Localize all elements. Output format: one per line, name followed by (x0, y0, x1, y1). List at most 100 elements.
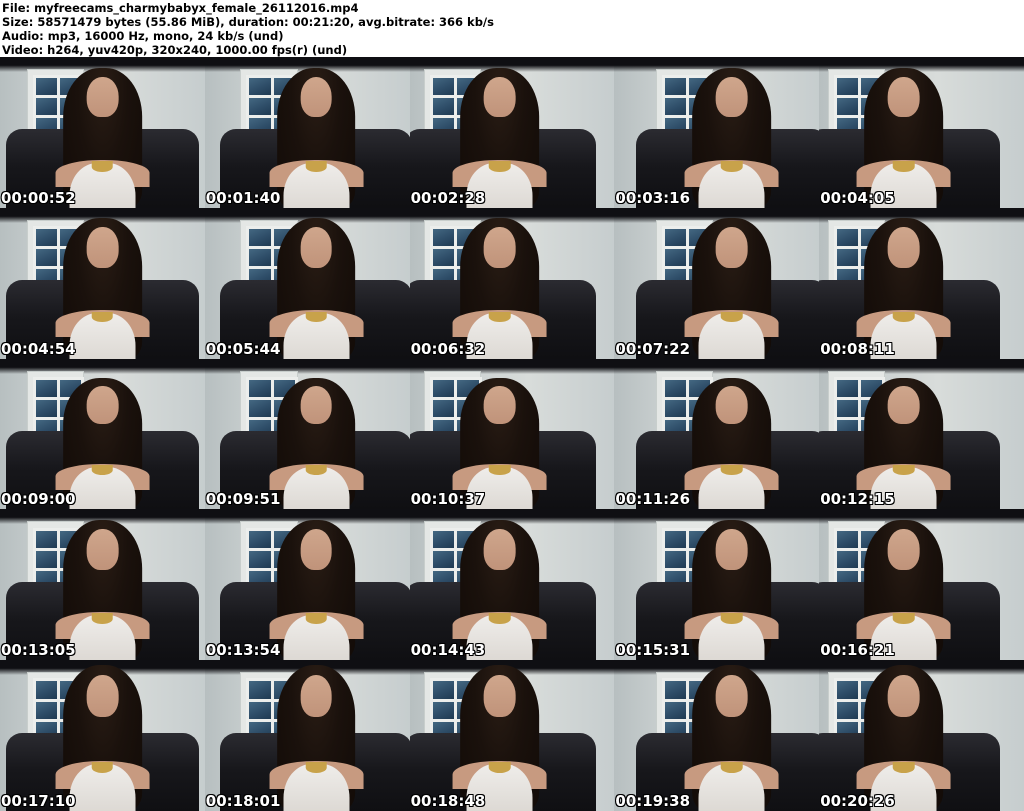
thumbnail-cell: 00:04:05 (819, 57, 1024, 208)
person-silhouette (253, 368, 380, 510)
thumbnail-cell: 00:19:38 (614, 660, 820, 811)
video-frame-placeholder: 00:13:05 (0, 509, 205, 661)
timestamp-overlay: 00:09:51 (205, 490, 281, 509)
timestamp-overlay: 00:18:01 (205, 792, 281, 810)
video-frame-placeholder: 00:07:22 (614, 207, 820, 359)
face-shape (887, 528, 920, 570)
necklace-shape (305, 613, 327, 624)
face-shape (484, 674, 516, 717)
thumbnail-cell: 00:08:11 (819, 207, 1024, 359)
person-silhouette (39, 368, 166, 510)
person-silhouette (840, 57, 967, 208)
face-shape (484, 386, 516, 425)
thumbnail-cell: 00:09:00 (0, 358, 205, 510)
face-shape (715, 76, 748, 118)
video-info-line: Video: h264, yuv420p, 320x240, 1000.00 f… (2, 43, 348, 57)
face-shape (86, 528, 119, 570)
person-silhouette (668, 660, 795, 811)
video-frame-placeholder: 00:09:00 (0, 358, 205, 510)
timestamp-overlay: 00:11:26 (615, 490, 691, 509)
video-frame-placeholder: 00:03:16 (614, 57, 820, 208)
thumbnail-cell: 00:13:05 (0, 509, 205, 661)
timestamp-overlay: 00:00:52 (1, 188, 76, 207)
timestamp-overlay: 00:12:15 (820, 490, 895, 509)
thumbnail-cell: 00:01:40 (204, 57, 410, 208)
timestamp-overlay: 00:02:28 (410, 188, 486, 207)
timestamp-overlay: 00:06:32 (410, 339, 486, 358)
necklace-shape (720, 311, 743, 323)
timestamp-overlay: 00:16:21 (820, 641, 895, 660)
video-frame-placeholder: 00:06:32 (409, 207, 615, 359)
necklace-shape (91, 311, 114, 323)
timestamp-overlay: 00:07:22 (615, 339, 691, 358)
necklace-shape (892, 311, 915, 323)
person-silhouette (668, 57, 795, 208)
timestamp-overlay: 00:17:10 (1, 792, 76, 810)
video-frame-placeholder: 00:08:11 (819, 207, 1024, 359)
file-size-line: Size: 58571479 bytes (55.86 MiB), durati… (2, 15, 494, 29)
thumbnail-cell: 00:07:22 (614, 207, 820, 359)
face-shape (715, 528, 748, 570)
timestamp-overlay: 00:13:05 (1, 641, 76, 660)
person-silhouette (840, 660, 967, 811)
person-silhouette (39, 208, 166, 359)
thumbnail-cell: 00:00:52 (0, 57, 205, 208)
person-silhouette (253, 660, 380, 811)
necklace-shape (489, 161, 511, 172)
face-shape (300, 674, 333, 717)
necklace-shape (489, 762, 511, 774)
face-shape (86, 386, 119, 425)
face-shape (484, 227, 516, 269)
necklace-shape (720, 161, 743, 172)
timestamp-overlay: 00:19:38 (615, 792, 691, 810)
video-frame-placeholder: 00:18:48 (409, 660, 615, 811)
necklace-shape (720, 465, 743, 476)
person-silhouette (39, 660, 166, 811)
face-shape (300, 76, 333, 118)
video-frame-placeholder: 00:15:31 (614, 509, 820, 661)
timestamp-overlay: 00:03:16 (615, 188, 691, 207)
timestamp-overlay: 00:18:48 (410, 792, 486, 810)
face-shape (300, 528, 333, 570)
video-frame-placeholder: 00:04:05 (819, 57, 1024, 208)
necklace-shape (489, 311, 511, 323)
thumbnail-cell: 00:18:01 (204, 660, 410, 811)
thumbnail-cell: 00:10:37 (409, 358, 615, 510)
video-frame-placeholder: 00:12:15 (819, 358, 1024, 510)
face-shape (887, 386, 920, 425)
face-shape (887, 76, 920, 118)
person-silhouette (437, 208, 564, 359)
necklace-shape (892, 465, 915, 476)
face-shape (86, 674, 119, 717)
necklace-shape (892, 161, 915, 172)
video-frame-placeholder: 00:09:51 (204, 358, 410, 510)
person-silhouette (437, 57, 564, 208)
video-frame-placeholder: 00:20:26 (819, 660, 1024, 811)
face-shape (86, 76, 119, 118)
thumbnail-cell: 00:03:16 (614, 57, 820, 208)
face-shape (887, 674, 920, 717)
necklace-shape (91, 465, 114, 476)
timestamp-overlay: 00:04:54 (1, 339, 76, 358)
necklace-shape (91, 161, 114, 172)
video-frame-placeholder: 00:11:26 (614, 358, 820, 510)
person-silhouette (840, 509, 967, 661)
person-silhouette (39, 57, 166, 208)
face-shape (715, 227, 748, 269)
person-silhouette (39, 509, 166, 661)
face-shape (300, 386, 333, 425)
thumbnail-cell: 00:14:43 (409, 509, 615, 661)
person-silhouette (668, 208, 795, 359)
person-silhouette (840, 368, 967, 510)
face-shape (86, 227, 119, 269)
video-frame-placeholder: 00:19:38 (614, 660, 820, 811)
person-silhouette (668, 509, 795, 661)
person-silhouette (437, 368, 564, 510)
person-silhouette (840, 208, 967, 359)
video-frame-placeholder: 00:14:43 (409, 509, 615, 661)
person-silhouette (253, 208, 380, 359)
necklace-shape (305, 465, 327, 476)
video-frame-placeholder: 00:17:10 (0, 660, 205, 811)
face-shape (484, 76, 516, 118)
thumbnail-cell: 00:20:26 (819, 660, 1024, 811)
